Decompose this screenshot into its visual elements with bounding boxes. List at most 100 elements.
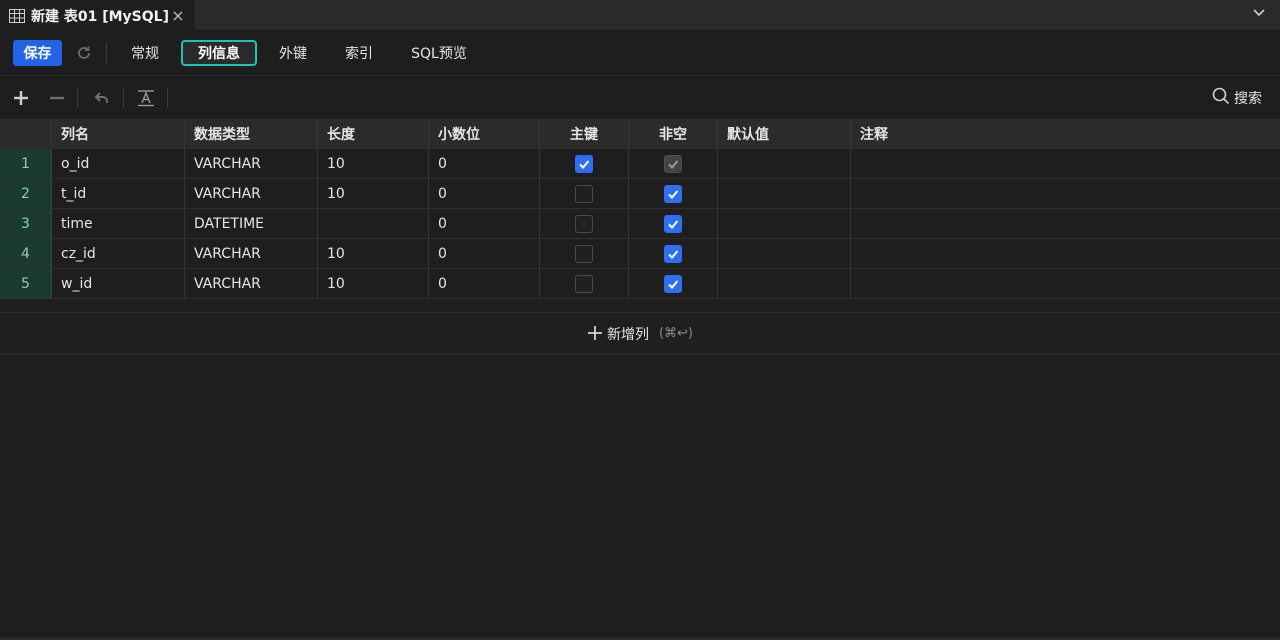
cell-data-type[interactable]: VARCHAR xyxy=(185,269,318,298)
close-tab-icon[interactable]: × xyxy=(171,6,185,25)
table-row[interactable]: 3 time DATETIME 0 xyxy=(0,209,1280,239)
cell-data-type[interactable]: VARCHAR xyxy=(185,149,318,178)
tab-columns[interactable]: 列信息 xyxy=(181,40,257,66)
table-row[interactable]: 4 cz_id VARCHAR 10 0 xyxy=(0,239,1280,269)
cell-column-name[interactable]: t_id xyxy=(52,179,185,208)
cell-not-null[interactable] xyxy=(629,179,718,208)
header-length[interactable]: 长度 xyxy=(318,120,429,148)
header-column-name[interactable]: 列名 xyxy=(52,120,185,148)
tab-foreign-keys[interactable]: 外键 xyxy=(270,40,316,66)
toolbar-divider xyxy=(106,42,107,64)
tab-sql-preview[interactable]: SQL预览 xyxy=(402,40,476,66)
refresh-icon[interactable] xyxy=(74,43,94,63)
undo-icon[interactable] xyxy=(91,88,111,108)
row-number-header xyxy=(0,120,52,148)
grid-header: 列名 数据类型 长度 小数位 主键 非空 默认值 注释 xyxy=(0,120,1280,149)
cell-comment[interactable] xyxy=(851,269,1280,298)
row-number: 4 xyxy=(0,239,52,268)
checkbox-checked[interactable] xyxy=(664,244,682,263)
cell-not-null[interactable] xyxy=(629,209,718,238)
add-icon[interactable] xyxy=(11,88,31,108)
cell-not-null[interactable] xyxy=(629,149,718,178)
cell-primary-key[interactable] xyxy=(540,209,629,238)
cell-default[interactable] xyxy=(718,179,851,208)
table-icon xyxy=(9,8,25,23)
header-decimals[interactable]: 小数位 xyxy=(429,120,540,148)
add-column-shortcut: (⌘↩) xyxy=(658,326,694,341)
actions-divider xyxy=(167,88,168,108)
remove-icon[interactable] xyxy=(47,88,67,108)
cell-data-type[interactable]: VARCHAR xyxy=(185,239,318,268)
cell-default[interactable] xyxy=(718,149,851,178)
cell-comment[interactable] xyxy=(851,239,1280,268)
cell-primary-key[interactable] xyxy=(540,179,629,208)
document-tab-bar: 新建 表01 [MySQL] × xyxy=(0,0,1280,31)
actions-divider xyxy=(77,88,78,108)
editor-toolbar: 保存 常规 列信息 外键 索引 SQL预览 xyxy=(0,31,1280,76)
checkbox-checked[interactable] xyxy=(664,214,682,233)
checkbox-checked-disabled xyxy=(664,154,682,173)
search-label: 搜索 xyxy=(1234,91,1262,107)
cell-primary-key[interactable] xyxy=(540,269,629,298)
cell-decimals[interactable]: 0 xyxy=(429,239,540,268)
checkbox-unchecked[interactable] xyxy=(575,184,593,203)
header-comment[interactable]: 注释 xyxy=(851,120,1280,148)
text-format-icon[interactable] xyxy=(136,88,156,108)
actions-divider xyxy=(123,88,124,108)
row-number: 3 xyxy=(0,209,52,238)
table-row[interactable]: 1 o_id VARCHAR 10 0 xyxy=(0,149,1280,179)
cell-default[interactable] xyxy=(718,239,851,268)
row-number: 1 xyxy=(0,149,52,178)
tab-general[interactable]: 常规 xyxy=(122,40,168,66)
cell-decimals[interactable]: 0 xyxy=(429,149,540,178)
cell-comment[interactable] xyxy=(851,149,1280,178)
cell-comment[interactable] xyxy=(851,209,1280,238)
add-column-button[interactable]: 新增列 (⌘↩) xyxy=(0,312,1280,355)
header-primary-key[interactable]: 主键 xyxy=(540,120,629,148)
checkbox-checked[interactable] xyxy=(664,184,682,203)
cell-not-null[interactable] xyxy=(629,269,718,298)
column-actions-bar: 搜索 xyxy=(0,76,1280,120)
cell-length[interactable]: 10 xyxy=(318,179,429,208)
search-icon xyxy=(1212,87,1230,109)
tab-indexes[interactable]: 索引 xyxy=(336,40,382,66)
cell-comment[interactable] xyxy=(851,179,1280,208)
cell-decimals[interactable]: 0 xyxy=(429,179,540,208)
cell-data-type[interactable]: VARCHAR xyxy=(185,179,318,208)
add-column-label: 新增列 xyxy=(606,326,649,343)
header-data-type[interactable]: 数据类型 xyxy=(185,120,318,148)
cell-length[interactable]: 10 xyxy=(318,269,429,298)
table-row[interactable]: 5 w_id VARCHAR 10 0 xyxy=(0,269,1280,299)
document-tab-title: 新建 表01 [MySQL] xyxy=(31,8,169,25)
checkbox-checked[interactable] xyxy=(575,154,593,173)
cell-length[interactable]: 10 xyxy=(318,149,429,178)
document-tab[interactable]: 新建 表01 [MySQL] × xyxy=(0,0,194,31)
checkbox-checked[interactable] xyxy=(664,274,682,293)
plus-icon xyxy=(587,324,603,344)
cell-data-type[interactable]: DATETIME xyxy=(185,209,318,238)
cell-column-name[interactable]: o_id xyxy=(52,149,185,178)
cell-primary-key[interactable] xyxy=(540,239,629,268)
search-button[interactable]: 搜索 xyxy=(1212,87,1262,109)
cell-primary-key[interactable] xyxy=(540,149,629,178)
checkbox-unchecked[interactable] xyxy=(575,244,593,263)
row-number: 2 xyxy=(0,179,52,208)
cell-decimals[interactable]: 0 xyxy=(429,209,540,238)
table-row[interactable]: 2 t_id VARCHAR 10 0 xyxy=(0,179,1280,209)
header-default[interactable]: 默认值 xyxy=(718,120,851,148)
cell-not-null[interactable] xyxy=(629,239,718,268)
cell-column-name[interactable]: time xyxy=(52,209,185,238)
cell-length[interactable] xyxy=(318,209,429,238)
row-number: 5 xyxy=(0,269,52,298)
save-button[interactable]: 保存 xyxy=(13,40,62,66)
checkbox-unchecked[interactable] xyxy=(575,214,593,233)
checkbox-unchecked[interactable] xyxy=(575,274,593,293)
cell-decimals[interactable]: 0 xyxy=(429,269,540,298)
cell-length[interactable]: 10 xyxy=(318,239,429,268)
cell-column-name[interactable]: cz_id xyxy=(52,239,185,268)
cell-default[interactable] xyxy=(718,209,851,238)
cell-column-name[interactable]: w_id xyxy=(52,269,185,298)
header-not-null[interactable]: 非空 xyxy=(629,120,718,148)
chevron-down-icon[interactable] xyxy=(1252,5,1266,19)
cell-default[interactable] xyxy=(718,269,851,298)
